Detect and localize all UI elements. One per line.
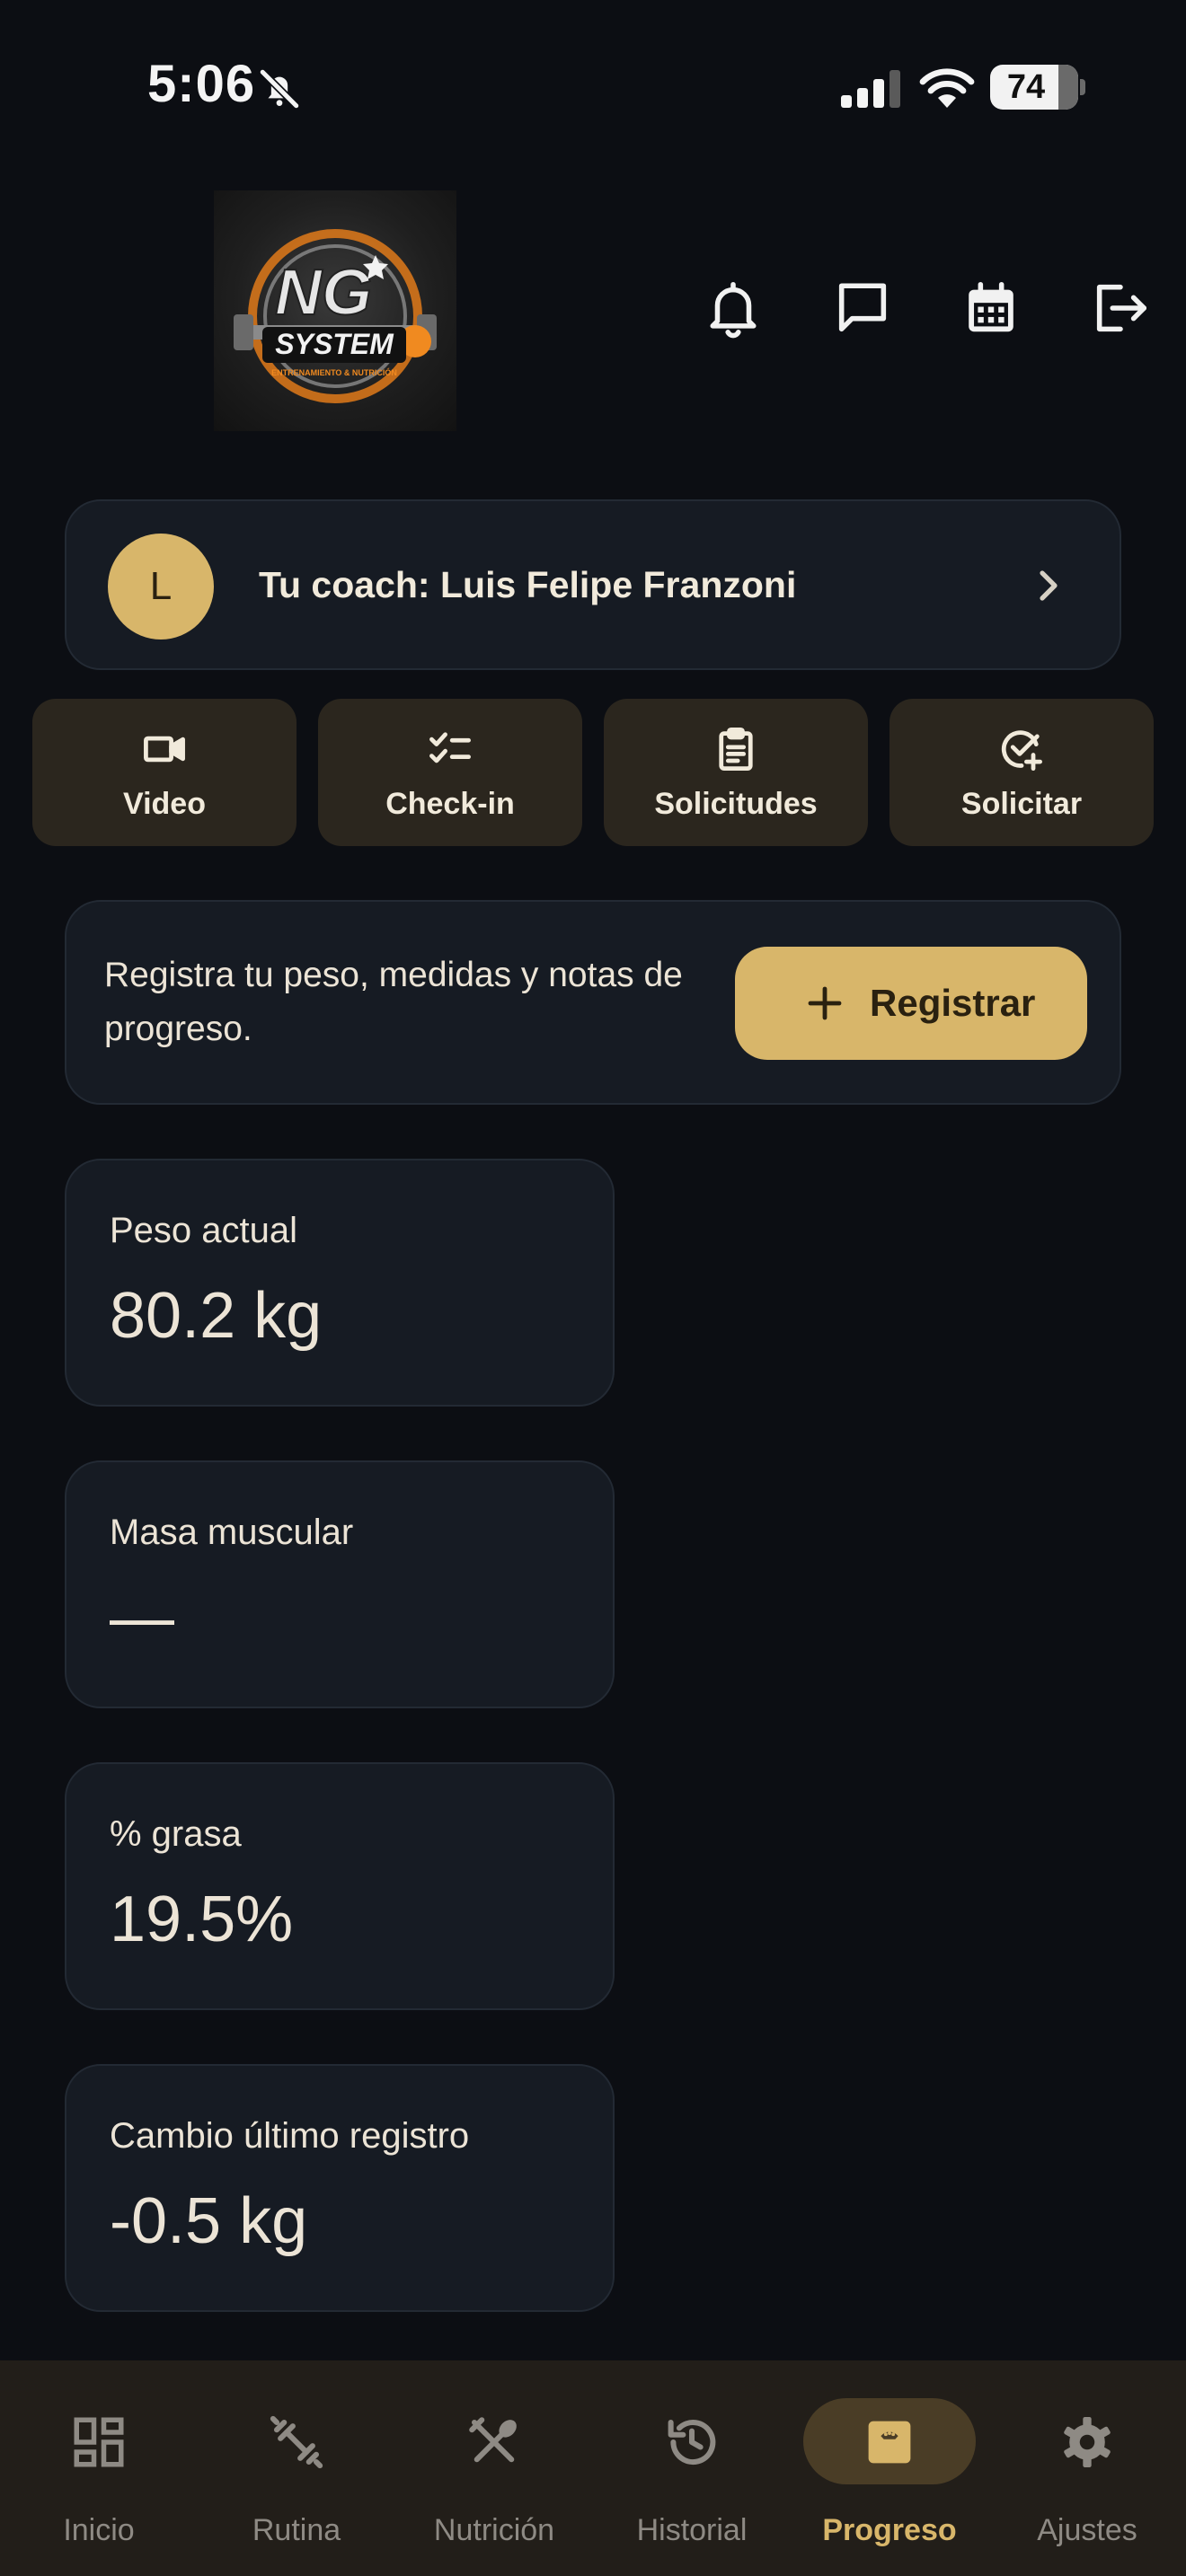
stat-label: Cambio último registro: [110, 2116, 470, 2156]
svg-text:NG: NG: [275, 257, 372, 329]
check-circle-plus-icon: [1001, 730, 1042, 772]
plus-icon: [808, 986, 842, 1020]
progress-screen: 5:06 74 NG SYSTEM ENTRENAMIENTO & NUTRIC…: [0, 0, 1186, 2576]
nav-item-progreso[interactable]: Progreso: [791, 2360, 988, 2576]
chevron-right-icon: [1040, 570, 1058, 601]
checklist-icon: [429, 732, 471, 763]
bottom-navigation: Inicio Rutina Nutrición Historial Progre…: [0, 2360, 1186, 2576]
stat-value: 19.5%: [110, 1883, 294, 1955]
calendar-icon[interactable]: [960, 277, 1022, 340]
battery-level: 74: [1006, 68, 1046, 106]
solicitudes-label: Solicitudes: [654, 787, 818, 821]
nav-item-ajustes[interactable]: Ajustes: [988, 2360, 1186, 2576]
nav-label: Inicio: [63, 2513, 135, 2547]
nav-label: Progreso: [822, 2513, 957, 2547]
utensils-icon: [469, 2417, 517, 2463]
bell-off-icon: [259, 68, 300, 110]
logout-icon[interactable]: [1089, 277, 1152, 340]
solicitudes-button[interactable]: Solicitudes: [604, 699, 868, 846]
solicitar-label: Solicitar: [960, 787, 1083, 821]
nav-item-rutina[interactable]: Rutina: [198, 2360, 395, 2576]
stat-label: Masa muscular: [110, 1513, 354, 1552]
check-in-button[interactable]: Check-in: [318, 699, 582, 846]
cellular-signal-icon: [841, 70, 900, 108]
stat-value: -0.5 kg: [110, 2185, 308, 2257]
status-time: 5:06: [147, 55, 256, 113]
video-camera-icon: [144, 736, 185, 763]
nav-item-nutricion[interactable]: Nutrición: [395, 2360, 593, 2576]
stat-card-current-weight: Peso actual 80.2 kg: [65, 1159, 615, 1407]
clipboard-icon: [719, 727, 753, 772]
register-button-label: Registrar: [870, 982, 1036, 1024]
bell-icon[interactable]: [702, 277, 765, 340]
solicitar-button[interactable]: Solicitar: [890, 699, 1154, 846]
video-label: Video: [123, 787, 206, 821]
register-button[interactable]: Registrar: [735, 947, 1087, 1060]
battery-icon: 74: [990, 65, 1078, 110]
stat-label: Peso actual: [110, 1211, 298, 1250]
stat-card-muscle-mass: Masa muscular —: [65, 1460, 615, 1708]
nav-item-inicio[interactable]: Inicio: [0, 2360, 198, 2576]
scale-icon: [868, 2421, 911, 2464]
stat-value: —: [110, 1582, 174, 1654]
status-bar: 5:06 74: [0, 0, 1186, 153]
stat-label: % grasa: [110, 1814, 242, 1854]
nav-label: Rutina: [252, 2513, 341, 2547]
wifi-icon: [919, 68, 975, 108]
svg-text:SYSTEM: SYSTEM: [275, 328, 394, 360]
gear-icon: [1064, 2416, 1111, 2468]
stat-card-last-change: Cambio último registro -0.5 kg: [65, 2064, 615, 2312]
video-button[interactable]: Video: [32, 699, 296, 846]
dashboard-icon: [74, 2417, 124, 2467]
register-description: Registra tu peso, medidas y notas de pro…: [104, 956, 683, 1048]
svg-text:ENTRENAMIENTO & NUTRICIÓN: ENTRENAMIENTO & NUTRICIÓN: [271, 367, 397, 377]
dumbbell-icon: [270, 2415, 323, 2469]
battery-nub: [1080, 79, 1085, 95]
stat-value: 80.2 kg: [110, 1280, 323, 1352]
check-in-label: Check-in: [385, 787, 515, 821]
coach-name: Tu coach: Luis Felipe Franzoni: [259, 564, 797, 605]
history-icon: [668, 2419, 716, 2466]
nav-label: Nutrición: [433, 2513, 555, 2547]
coach-card[interactable]: L Tu coach: Luis Felipe Franzoni: [65, 499, 1121, 670]
nav-item-historial[interactable]: Historial: [593, 2360, 791, 2576]
nav-label: Historial: [636, 2513, 748, 2547]
app-logo: NG SYSTEM ENTRENAMIENTO & NUTRICIÓN: [214, 190, 456, 431]
stat-card-body-fat: % grasa 19.5%: [65, 1762, 615, 2010]
coach-avatar: L: [108, 534, 214, 640]
nav-label: Ajustes: [1037, 2513, 1137, 2547]
chat-icon[interactable]: [831, 277, 894, 340]
register-progress-card: Registra tu peso, medidas y notas de pro…: [65, 900, 1121, 1105]
